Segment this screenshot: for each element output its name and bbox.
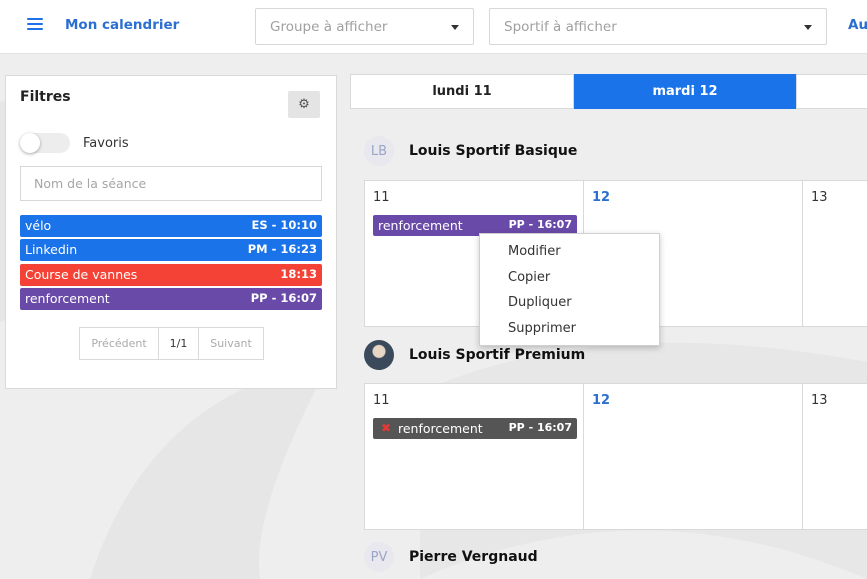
cell-date: 12 [592,190,611,205]
favorites-toggle[interactable] [20,133,70,153]
group-select[interactable]: Groupe à afficher [255,8,474,45]
day-tabs: lundi 11 mardi 12 [350,74,867,109]
athlete-select[interactable]: Sportif à afficher [489,8,827,45]
page-title: Mon calendrier [65,17,180,33]
athlete-name: Louis Sportif Basique [409,143,578,159]
filter-item[interactable]: Course de vannes 18:13 [20,263,322,286]
filter-item-name: Course de vannes [25,266,138,282]
session-event[interactable]: ✖ renforcement PP - 16:07 [373,418,577,439]
event-name: renforcement [398,421,483,436]
cell-date: 13 [811,190,828,205]
filters-panel: Filtres ⚙ Favoris vélo ES - 10:10 Linked… [5,75,337,389]
cell-date: 13 [811,393,828,408]
chevron-down-icon [451,25,459,30]
menu-item-copy[interactable]: Copier [480,265,659,291]
filter-item-code: ES - 10:10 [251,218,317,232]
hamburger-menu-icon[interactable] [27,18,43,32]
group-select-placeholder: Groupe à afficher [270,19,388,35]
filter-item-name: vélo [25,218,52,233]
day-cell[interactable]: 11 ✖ renforcement PP - 16:07 [365,384,584,529]
gear-icon: ⚙ [298,97,310,112]
filter-item-code: PP - 16:07 [250,291,317,306]
filter-item[interactable]: vélo ES - 10:10 [20,215,322,237]
event-name: renforcement [378,218,463,233]
cell-date: 12 [592,393,611,408]
avatar [364,340,394,370]
menu-item-delete[interactable]: Supprimer [480,316,659,342]
day-cell[interactable]: 12 [584,384,803,529]
favorites-label: Favoris [83,136,129,151]
close-icon[interactable]: ✖ [381,421,391,435]
chevron-down-icon [804,25,812,30]
tab-day-monday[interactable]: lundi 11 [350,74,574,109]
filter-item-code: PM - 16:23 [247,242,317,257]
cell-date: 11 [373,190,390,205]
filters-title: Filtres [20,89,71,105]
pagination: Précédent 1/1 Suivant [79,327,264,360]
next-page-button[interactable]: Suivant [199,328,263,359]
athlete-select-placeholder: Sportif à afficher [504,19,617,35]
menu-item-duplicate[interactable]: Dupliquer [480,290,659,316]
athlete-calendar-grid: 11 ✖ renforcement PP - 16:07 12 13 [364,383,867,530]
day-cell[interactable]: 13 [803,181,867,326]
today-link[interactable]: Au [848,17,867,33]
cell-date: 11 [373,393,390,408]
avatar: LB [364,136,394,166]
current-page: 1/1 [159,328,199,359]
event-code: PP - 16:07 [508,218,572,231]
settings-button[interactable]: ⚙ [288,91,320,118]
tab-day-tuesday[interactable]: mardi 12 [574,74,796,109]
session-name-input[interactable] [20,166,322,201]
previous-page-button[interactable]: Précédent [80,328,159,359]
athlete-name: Louis Sportif Premium [409,347,586,363]
toggle-knob [20,133,40,153]
filter-list: vélo ES - 10:10 Linkedin PM - 16:23 Cour… [20,215,322,313]
avatar: PV [364,542,394,572]
athlete-name: Pierre Vergnaud [409,549,538,565]
filter-item-code: 18:13 [280,266,317,281]
event-code: PP - 16:07 [508,421,572,434]
context-menu: Modifier Copier Dupliquer Supprimer [479,233,660,346]
tab-day-wednesday[interactable] [796,74,867,109]
filter-item[interactable]: renforcement PP - 16:07 [20,288,322,311]
filter-item-name: renforcement [25,291,110,307]
menu-item-edit[interactable]: Modifier [480,239,659,265]
top-bar: Mon calendrier Groupe à afficher Sportif… [0,0,867,54]
day-cell[interactable]: 13 [803,384,867,529]
filter-item-name: Linkedin [25,242,78,258]
filter-item[interactable]: Linkedin PM - 16:23 [20,239,322,262]
